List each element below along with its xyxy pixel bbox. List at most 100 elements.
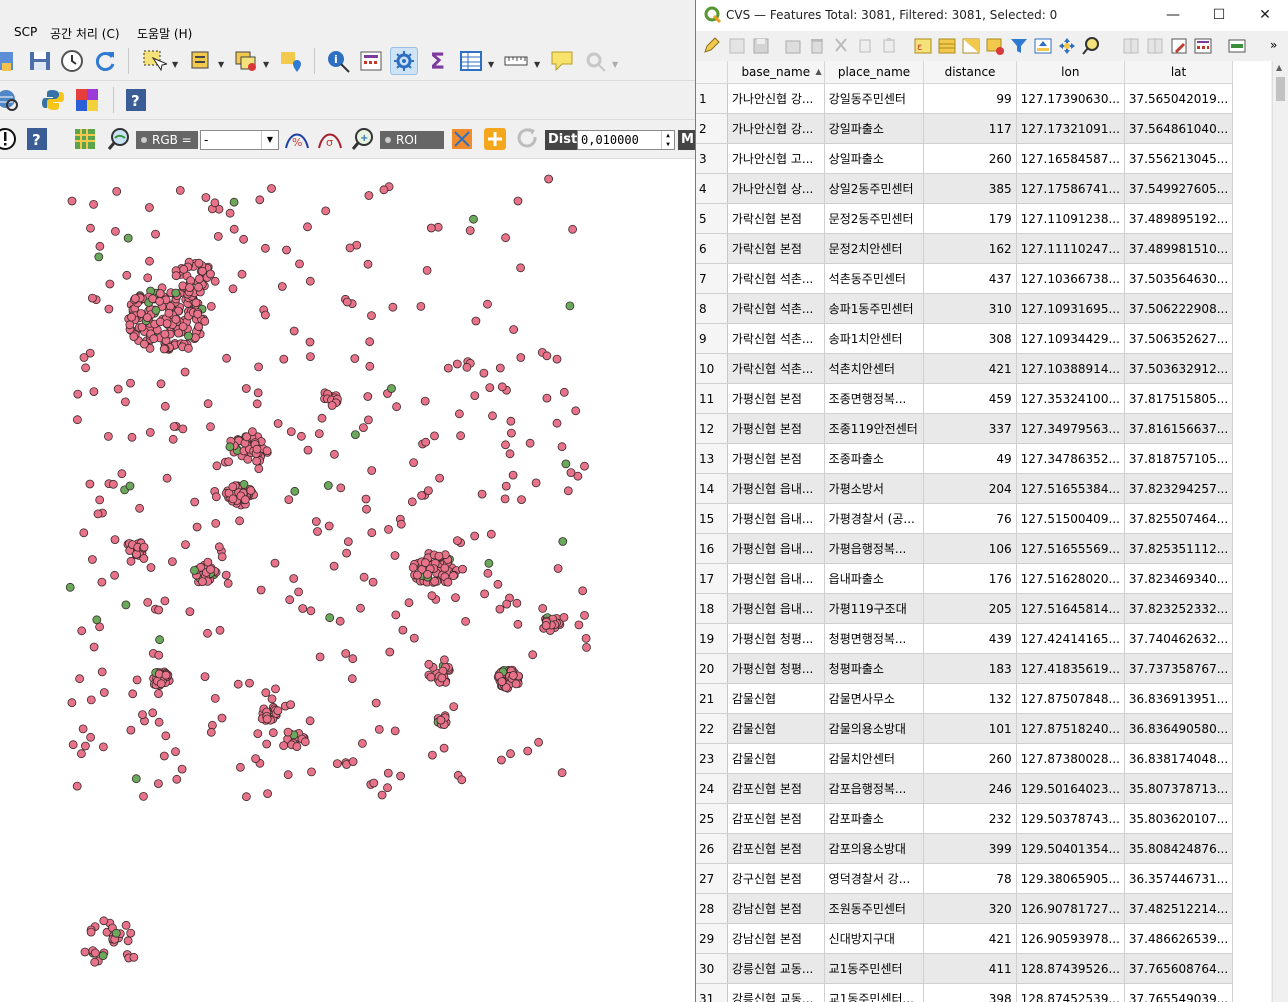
create-roi-polygon-icon[interactable] [449, 126, 475, 152]
cell-place-name[interactable]: 가평경찰서 (공... [824, 503, 925, 534]
cell-lat[interactable]: 37.740462632... [1124, 623, 1234, 654]
cell-lon[interactable]: 127.87380028... [1016, 743, 1125, 774]
conditional-formatting-icon[interactable] [1227, 36, 1247, 56]
cell-lon[interactable]: 127.17321091... [1016, 113, 1125, 144]
cell-lon[interactable]: 127.51500409... [1016, 503, 1125, 534]
cell-place-name[interactable]: 석촌치안센터 [824, 353, 925, 384]
menu-processing[interactable]: 공간 처리 (C) [50, 25, 120, 42]
attribute-table[interactable]: base_name ▲ place_name distance lon lat 1… [696, 61, 1271, 1002]
cell-distance[interactable]: 204 [923, 473, 1017, 504]
table-row[interactable]: 24 감포신협 본점 감포읍행정복... 246 129.50164023... 35.8… [696, 773, 1271, 804]
cell-place-name[interactable]: 강일파출소 [824, 113, 925, 144]
row-number[interactable]: 26 [696, 833, 728, 864]
scroll-up-arrow-icon[interactable]: ▲ [1276, 63, 1282, 72]
table-row[interactable]: 3 가나안신협 고... 상일파출소 260 127.16584587... 37.556… [696, 143, 1271, 174]
row-number[interactable]: 10 [696, 353, 728, 384]
cell-distance[interactable]: 162 [923, 233, 1017, 264]
refresh-icon[interactable] [92, 48, 118, 74]
cell-place-name[interactable]: 조종면행정복... [824, 383, 925, 414]
cell-base-name[interactable]: 가평신협 읍내... [727, 473, 825, 504]
column-header-place-name[interactable]: place_name [824, 61, 925, 84]
cell-place-name[interactable]: 신대방지구대 [824, 923, 925, 954]
table-row[interactable]: 19 가평신협 청평... 청평면행정복... 439 127.42414165... 3… [696, 623, 1271, 654]
open-attribute-table-icon[interactable] [458, 48, 484, 74]
cell-distance[interactable]: 320 [923, 893, 1017, 924]
cell-lon[interactable]: 127.16584587... [1016, 143, 1125, 174]
raster-palette-icon[interactable] [74, 87, 100, 113]
local-cumulative-stretch-icon[interactable]: % [284, 126, 310, 152]
cell-distance[interactable]: 437 [923, 263, 1017, 294]
cell-distance[interactable]: 101 [923, 713, 1017, 744]
cell-distance[interactable]: 398 [923, 983, 1017, 1002]
cell-base-name[interactable]: 가평신협 본점 [727, 443, 825, 474]
row-number[interactable]: 6 [696, 233, 728, 264]
cell-lat[interactable]: 36.836490580... [1124, 713, 1234, 744]
cell-place-name[interactable]: 청평면행정복... [824, 623, 925, 654]
cell-base-name[interactable]: 강릉신협 교동... [727, 983, 825, 1002]
row-number[interactable]: 16 [696, 533, 728, 564]
cell-base-name[interactable]: 감포신협 본점 [727, 833, 825, 864]
cell-lon[interactable]: 127.34979563... [1016, 413, 1125, 444]
cell-distance[interactable]: 411 [923, 953, 1017, 984]
row-number[interactable]: 22 [696, 713, 728, 744]
table-row[interactable]: 21 감물신협 감물면사무소 132 127.87507848... 36.8369139… [696, 683, 1271, 714]
cell-place-name[interactable]: 문정2치안센터 [824, 233, 925, 264]
table-row[interactable]: 2 가나안신협 강... 강일파출소 117 127.17321091... 37.564… [696, 113, 1271, 144]
close-button[interactable]: ✕ [1242, 0, 1288, 31]
cell-lon[interactable]: 127.10931695... [1016, 293, 1125, 324]
cell-lat[interactable]: 36.357446731... [1124, 863, 1234, 894]
cell-distance[interactable]: 232 [923, 803, 1017, 834]
cell-lon[interactable]: 127.35324100... [1016, 383, 1125, 414]
cell-distance[interactable]: 99 [923, 83, 1017, 114]
table-row[interactable]: 23 감물신협 감물치안센터 260 127.87380028... 36.8381740… [696, 743, 1271, 774]
column-header-base-name[interactable]: base_name ▲ [727, 61, 825, 84]
cell-base-name[interactable]: 감포신협 본점 [727, 803, 825, 834]
cell-lat[interactable]: 37.489981510... [1124, 233, 1234, 264]
table-row[interactable]: 9 가락신협 석촌... 송파1치안센터 308 127.10934429... 37.5… [696, 323, 1271, 354]
cell-lon[interactable]: 127.11091238... [1016, 203, 1125, 234]
table-row[interactable]: 14 가평신협 읍내... 가평소방서 204 127.51655384... 37.82… [696, 473, 1271, 504]
cell-lon[interactable]: 128.87439526... [1016, 953, 1125, 984]
table-row[interactable]: 12 가평신협 본점 조종119안전센터 337 127.34979563... 37.8… [696, 413, 1271, 444]
row-number[interactable]: 15 [696, 503, 728, 534]
cell-base-name[interactable]: 가락신협 본점 [727, 203, 825, 234]
table-row[interactable]: 6 가락신협 본점 문정2치안센터 162 127.11110247... 37.4899… [696, 233, 1271, 264]
row-number[interactable]: 12 [696, 413, 728, 444]
row-number[interactable]: 27 [696, 863, 728, 894]
zoom-to-roi-icon[interactable]: + [350, 126, 376, 152]
cell-lat[interactable]: 37.506352627... [1124, 323, 1234, 354]
cell-place-name[interactable]: 송파1동주민센터 [824, 293, 925, 324]
deselect-features-icon[interactable] [233, 48, 259, 74]
cell-lat[interactable]: 37.825351112... [1124, 533, 1234, 564]
cell-lat[interactable]: 36.838174048... [1124, 743, 1234, 774]
toolbox-gear-icon[interactable] [390, 47, 418, 75]
cell-lat[interactable]: 37.565042019... [1124, 83, 1234, 114]
cell-distance[interactable]: 337 [923, 413, 1017, 444]
table-row[interactable]: 17 가평신협 읍내... 읍내파출소 176 127.51628020... 37.82… [696, 563, 1271, 594]
cell-place-name[interactable]: 상일2동주민센터 [824, 173, 925, 204]
table-row[interactable]: 27 강구신협 본점 영덕경찰서 강... 78 129.38065905... 36.3… [696, 863, 1271, 894]
cell-base-name[interactable]: 가평신협 청평... [727, 623, 825, 654]
table-row[interactable]: 8 가락신협 석촌... 송파1동주민센터 310 127.10931695... 37.… [696, 293, 1271, 324]
cell-lat[interactable]: 37.549927605... [1124, 173, 1234, 204]
row-number[interactable]: 29 [696, 923, 728, 954]
column-header-lat[interactable]: lat [1124, 61, 1234, 84]
cell-lon[interactable]: 127.10388914... [1016, 353, 1125, 384]
row-number[interactable]: 14 [696, 473, 728, 504]
cell-place-name[interactable]: 감물의용소방대 [824, 713, 925, 744]
table-row[interactable]: 7 가락신협 석촌... 석촌동주민센터 437 127.10366738... 37.5… [696, 263, 1271, 294]
cell-base-name[interactable]: 가락신협 본점 [727, 233, 825, 264]
select-all-icon[interactable] [937, 36, 957, 56]
cell-lon[interactable]: 127.17586741... [1016, 173, 1125, 204]
row-number[interactable]: 30 [696, 953, 728, 984]
cell-lat[interactable]: 37.503632912... [1124, 353, 1234, 384]
identify-features-icon[interactable]: i [325, 48, 351, 74]
save-project-icon[interactable] [27, 48, 53, 74]
cell-lat[interactable]: 37.823252332... [1124, 593, 1234, 624]
cell-lat[interactable]: 37.489895192... [1124, 203, 1234, 234]
cell-place-name[interactable]: 감포읍행정복... [824, 773, 925, 804]
cell-lat[interactable]: 37.737358767... [1124, 653, 1234, 684]
filter-funnel-icon[interactable] [1009, 36, 1029, 56]
cell-lat[interactable]: 35.803620107... [1124, 803, 1234, 834]
row-number[interactable]: 24 [696, 773, 728, 804]
